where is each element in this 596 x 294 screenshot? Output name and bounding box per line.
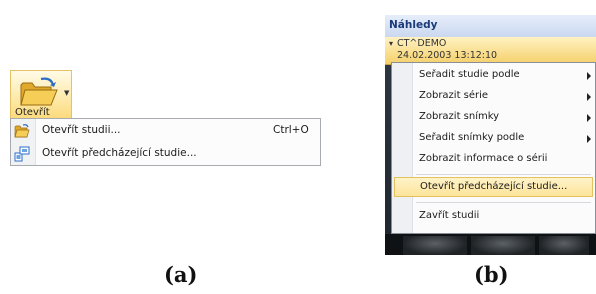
- menu-item-label: Otevřít předcházející studie...: [420, 181, 568, 192]
- study-name: CT^DEMO: [397, 38, 447, 49]
- ribbon-button-label: Otevřít: [15, 107, 50, 118]
- menu-item-label: Zobrazit snímky: [419, 111, 500, 122]
- window-title: Náhledy: [389, 19, 438, 31]
- menu-item-sort-studies[interactable]: Seřadit studie podle: [394, 66, 593, 86]
- menu-item-label: Seřadit studie podle: [419, 69, 520, 80]
- menu-separator: [416, 202, 591, 203]
- menu-item-show-series[interactable]: Zobrazit série: [394, 87, 593, 107]
- menu-item-open-study[interactable]: Otevřít studii... Ctrl+O: [11, 120, 320, 142]
- menu-item-show-images[interactable]: Zobrazit snímky: [394, 108, 593, 128]
- open-folder-icon: [14, 124, 30, 138]
- previous-studies-icon: [14, 146, 30, 162]
- open-folder-icon: [20, 77, 58, 106]
- context-menu: Seřadit studie podle Zobrazit série Zobr…: [391, 62, 596, 234]
- open-dropdown-menu: Otevřít studii... Ctrl+O Otevřít předchá…: [10, 118, 321, 166]
- menu-item-label: Otevřít studii...: [42, 124, 121, 136]
- submenu-arrow-icon: [587, 135, 591, 143]
- image-thumbnail[interactable]: [539, 236, 589, 255]
- menu-separator: [416, 174, 591, 175]
- thumbnails-window: Náhledy ▾ CT^DEMO 24.02.2003 13:12:10 Se…: [385, 15, 596, 255]
- study-header[interactable]: ▾ CT^DEMO 24.02.2003 13:12:10: [385, 37, 596, 65]
- menu-item-label: Seřadit snímky podle: [419, 132, 525, 143]
- menu-item-shortcut: Ctrl+O: [273, 124, 309, 136]
- menu-item-label: Zavřít studii: [419, 210, 480, 221]
- menu-item-close-study[interactable]: Zavřít studii: [394, 207, 593, 227]
- menu-item-label: Zobrazit informace o sérii: [419, 153, 548, 164]
- open-ribbon-button[interactable]: ▼ Otevřít: [10, 70, 72, 120]
- menu-item-open-previous-studies[interactable]: Otevřít předcházející studie...: [394, 177, 593, 197]
- menu-item-series-info[interactable]: Zobrazit informace o sérii: [394, 150, 593, 170]
- image-thumbnail[interactable]: [471, 236, 535, 255]
- panel-a: ▼ Otevřít Otevřít studii... Ctrl+O Otevř…: [0, 0, 330, 294]
- study-datetime: 24.02.2003 13:12:10: [397, 50, 498, 61]
- menu-item-label: Otevřít předcházející studie...: [42, 147, 197, 159]
- image-thumbnail[interactable]: [403, 236, 467, 255]
- panel-b: Náhledy ▾ CT^DEMO 24.02.2003 13:12:10 Se…: [385, 15, 596, 255]
- window-titlebar: Náhledy: [385, 15, 596, 38]
- submenu-arrow-icon: [587, 93, 591, 101]
- caption-a: (a): [164, 262, 198, 287]
- menu-item-sort-images[interactable]: Seřadit snímky podle: [394, 129, 593, 149]
- chevron-down-icon[interactable]: ▼: [64, 89, 69, 97]
- caption-b: (b): [474, 262, 509, 287]
- submenu-arrow-icon: [587, 114, 591, 122]
- collapse-caret-icon[interactable]: ▾: [389, 39, 393, 48]
- menu-item-label: Zobrazit série: [419, 90, 489, 101]
- submenu-arrow-icon: [587, 72, 591, 80]
- menu-item-open-previous-studies[interactable]: Otevřít předcházející studie...: [11, 143, 320, 165]
